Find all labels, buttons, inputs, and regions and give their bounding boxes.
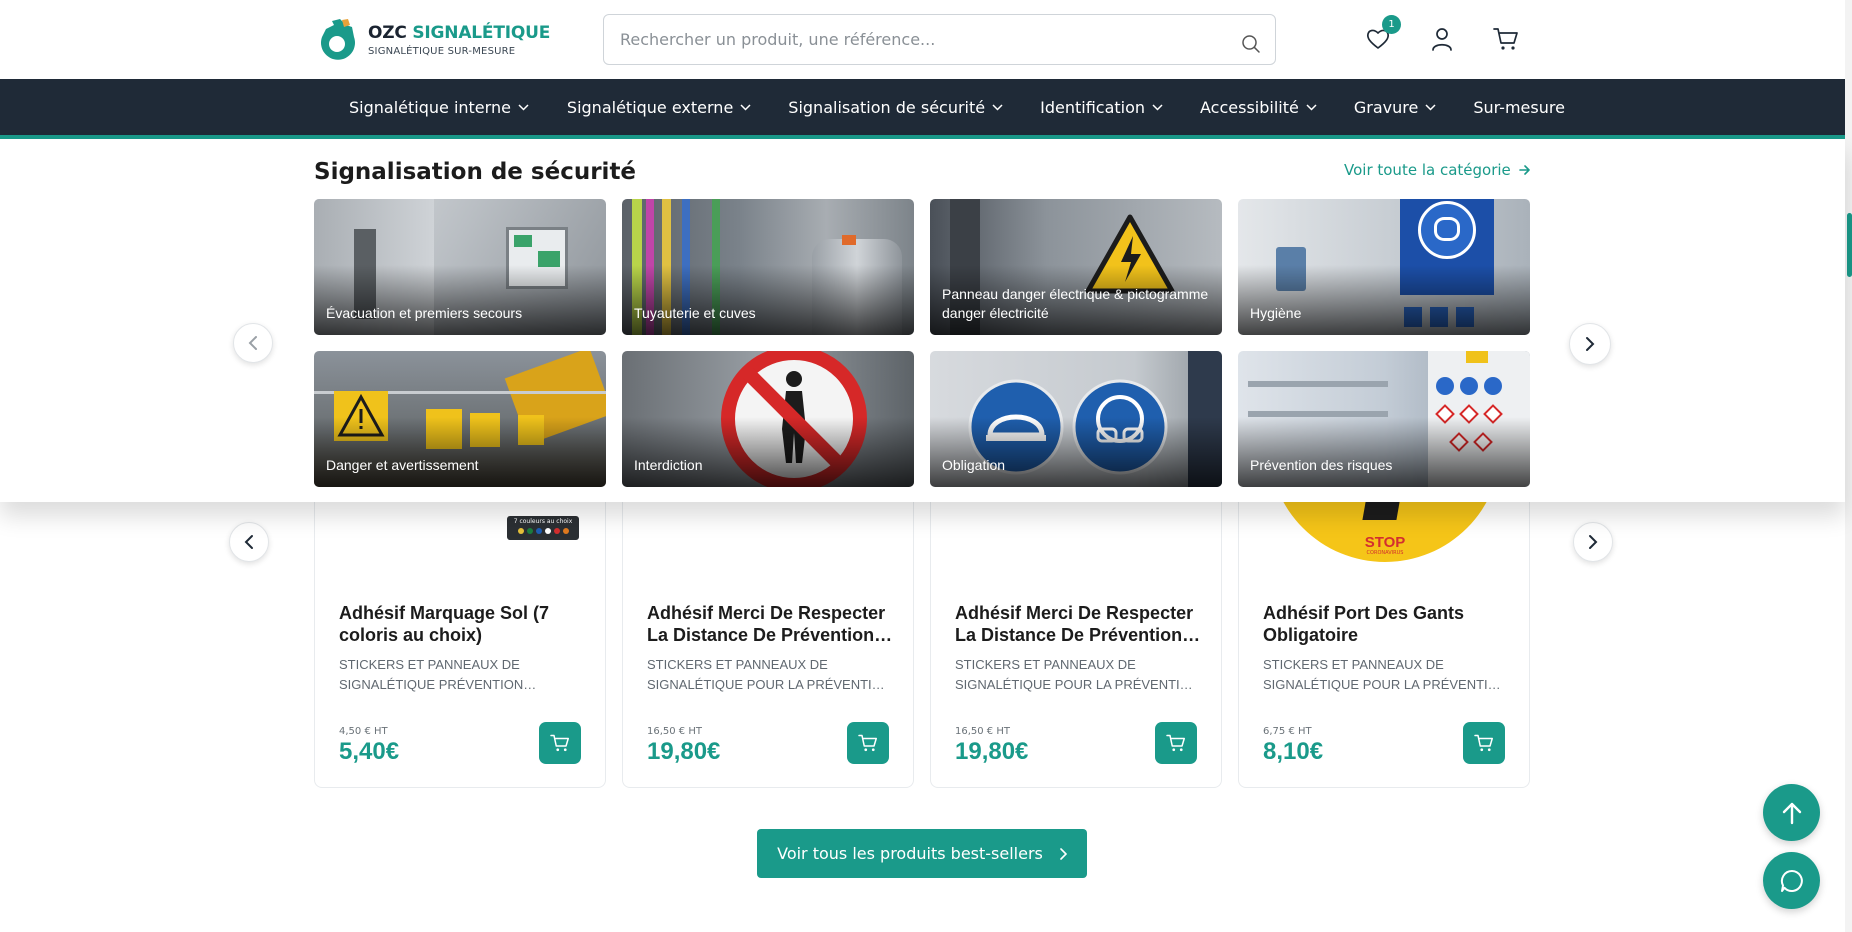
mega-menu-next-button[interactable]	[1569, 323, 1611, 365]
category-tile-danger-avertissement[interactable]: Danger et avertissement	[314, 351, 606, 487]
chevron-down-icon	[1306, 103, 1317, 111]
chevron-left-icon	[248, 336, 257, 350]
logo-tagline: SIGNALÉTIQUE SUR-MESURE	[368, 46, 516, 57]
add-to-cart-button[interactable]	[539, 722, 581, 764]
scroll-to-top-button[interactable]	[1763, 784, 1820, 841]
tile-label: Danger et avertissement	[326, 457, 479, 473]
product-price: 5,40€	[339, 738, 400, 765]
category-tile-danger-electrique[interactable]: Panneau danger électrique & pictogramme …	[930, 199, 1222, 335]
product-price-ht: 4,50 € HT	[339, 726, 388, 737]
product-card[interactable]: Adhésif Merci De Respecter La Distance D…	[930, 502, 1222, 788]
product-price-ht: 16,50 € HT	[955, 726, 1010, 737]
product-price-ht: 6,75 € HT	[1263, 726, 1312, 737]
product-image-badge: 7 couleurs au choix	[507, 516, 579, 540]
logo-title: OZC SIGNALÉTIQUE	[368, 23, 551, 43]
mega-menu-prev-button[interactable]	[233, 323, 273, 363]
product-name[interactable]: Adhésif Merci De Respecter La Distance D…	[955, 602, 1205, 646]
nav-item-signaletique-interne[interactable]: Signalétique interne	[349, 79, 529, 135]
chevron-down-icon	[1425, 103, 1436, 111]
add-to-cart-button[interactable]	[847, 722, 889, 764]
site-header: OZC SIGNALÉTIQUE SIGNALÉTIQUE SUR-MESURE…	[0, 0, 1845, 79]
tile-label: Évacuation et premiers secours	[326, 305, 523, 321]
mega-menu: Signalisation de sécurité Voir toute la …	[0, 139, 1845, 502]
nav-item-signalisation-securite[interactable]: Signalisation de sécurité	[788, 79, 1003, 135]
product-price-ht: 16,50 € HT	[647, 726, 702, 737]
logo-icon	[321, 19, 355, 60]
arrow-right-icon	[1518, 165, 1530, 175]
chat-icon	[1780, 869, 1803, 892]
product-price: 8,10€	[1263, 738, 1324, 765]
main-nav: Signalétique interne Signalétique extern…	[0, 79, 1845, 135]
product-name[interactable]: Adhésif Port Des Gants Obligatoire	[1263, 602, 1513, 646]
chat-button[interactable]	[1763, 852, 1820, 909]
tile-label: Tuyauterie et cuves	[634, 305, 756, 321]
wishlist-count-badge: 1	[1382, 15, 1401, 34]
product-price: 19,80€	[955, 738, 1029, 765]
search-input[interactable]	[604, 15, 1204, 64]
product-name[interactable]: Adhésif Merci De Respecter La Distance D…	[647, 602, 897, 646]
product-category: STICKERS ET PANNEAUX DE SIGNALÉTIQUE POU…	[647, 657, 885, 692]
category-tile-interdiction[interactable]: Interdiction	[622, 351, 914, 487]
category-tile-obligation[interactable]: Obligation	[930, 351, 1222, 487]
chevron-down-icon	[740, 103, 751, 111]
stop-text: STOP	[1364, 534, 1406, 551]
chevron-right-icon	[1060, 847, 1067, 860]
chevron-down-icon	[1152, 103, 1163, 111]
user-icon	[1432, 28, 1452, 51]
chevron-right-icon	[1589, 535, 1598, 549]
nav-item-gravure[interactable]: Gravure	[1354, 79, 1436, 135]
category-tile-tuyauterie[interactable]: Tuyauterie et cuves	[622, 199, 914, 335]
product-card[interactable]: Adhésif Merci De Respecter La Distance D…	[622, 502, 914, 788]
cart-icon	[1493, 28, 1518, 50]
cart-icon	[1166, 734, 1185, 752]
view-bestsellers-button[interactable]: Voir tous les produits best-sellers	[757, 829, 1087, 878]
scrollbar-thumb[interactable]	[1847, 213, 1852, 277]
chevron-down-icon	[992, 103, 1003, 111]
tile-label: Panneau danger électrique & pictogramme …	[942, 286, 1209, 321]
product-category: STICKERS ET PANNEAUX DE SIGNALÉTIQUE POU…	[1263, 657, 1501, 692]
chevron-right-icon	[1586, 337, 1595, 351]
cart-icon	[550, 734, 569, 752]
account-button[interactable]	[1427, 24, 1457, 54]
nav-item-signaletique-externe[interactable]: Signalétique externe	[567, 79, 751, 135]
products-prev-button[interactable]	[229, 522, 269, 562]
product-category: STICKERS ET PANNEAUX DE SIGNALÉTIQUE PRÉ…	[339, 657, 537, 692]
logo[interactable]: OZC SIGNALÉTIQUE SIGNALÉTIQUE SUR-MESURE	[318, 18, 558, 62]
chevron-left-icon	[244, 535, 253, 549]
tile-label: Obligation	[942, 457, 1006, 473]
category-tile-evacuation[interactable]: Évacuation et premiers secours	[314, 199, 606, 335]
tile-label: Hygiène	[1250, 305, 1302, 321]
tile-label: Interdiction	[634, 457, 703, 473]
add-to-cart-button[interactable]	[1463, 722, 1505, 764]
product-price: 19,80€	[647, 738, 721, 765]
cart-button[interactable]	[1491, 24, 1521, 54]
cart-icon	[1474, 734, 1493, 752]
tile-label: Prévention des risques	[1250, 457, 1393, 473]
nav-item-sur-mesure[interactable]: Sur-mesure	[1473, 79, 1565, 135]
search-icon[interactable]	[1241, 34, 1261, 54]
product-name[interactable]: Adhésif Marquage Sol (7 coloris au choix…	[339, 602, 589, 646]
category-tile-prevention-risques[interactable]: Prévention des risques	[1238, 351, 1530, 487]
mega-menu-title: Signalisation de sécurité	[314, 159, 637, 185]
arrow-up-icon	[1782, 802, 1801, 824]
products-next-button[interactable]	[1573, 522, 1613, 562]
product-card[interactable]: 7 couleurs au choix Adhésif Marquage Sol…	[314, 502, 606, 788]
nav-item-accessibilite[interactable]: Accessibilité	[1200, 79, 1317, 135]
product-category: STICKERS ET PANNEAUX DE SIGNALÉTIQUE POU…	[955, 657, 1193, 692]
category-tile-hygiene[interactable]: Hygiène	[1238, 199, 1530, 335]
add-to-cart-button[interactable]	[1155, 722, 1197, 764]
cart-icon	[858, 734, 877, 752]
nav-item-identification[interactable]: Identification	[1040, 79, 1163, 135]
search-bar	[603, 14, 1276, 65]
product-card[interactable]: STOP CORONAVIRUS Adhésif Port Des Gants …	[1238, 462, 1530, 788]
chevron-down-icon	[518, 103, 529, 111]
scrollbar[interactable]	[1845, 0, 1852, 932]
view-all-category-link[interactable]: Voir toute la catégorie	[1344, 161, 1531, 179]
